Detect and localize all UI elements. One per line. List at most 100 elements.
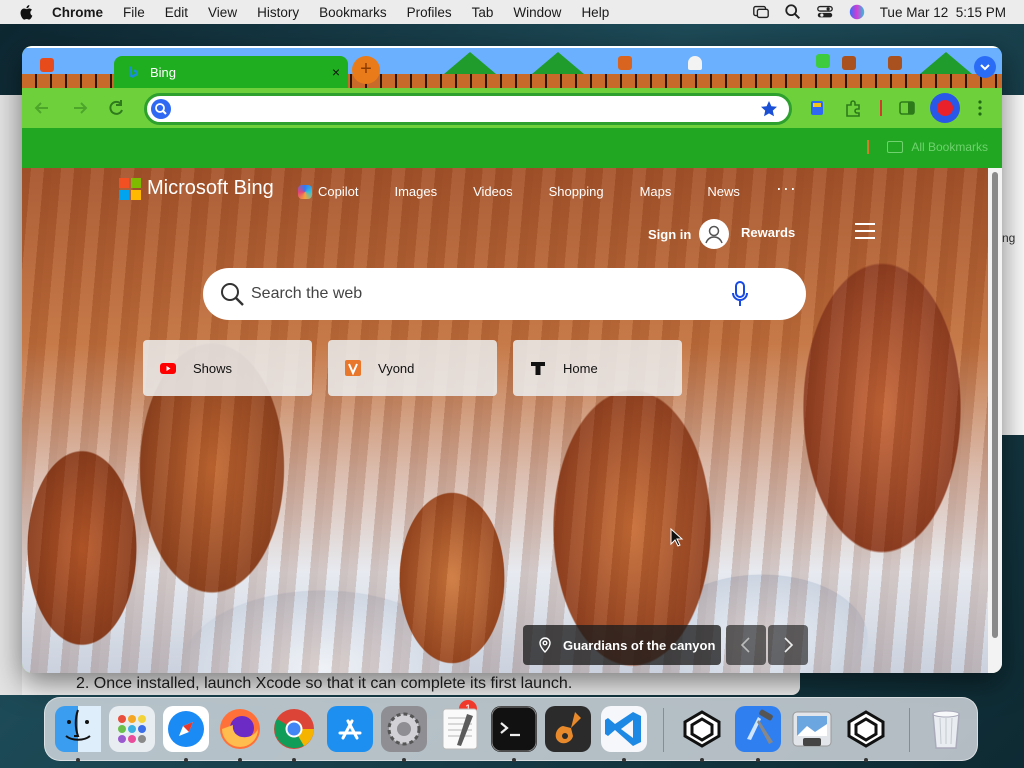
running-indicator [292, 758, 296, 762]
quick-link-label: Home [563, 360, 598, 376]
apple-menu-icon[interactable] [18, 3, 36, 21]
menu-view[interactable]: View [208, 5, 237, 20]
menu-file[interactable]: File [123, 5, 145, 20]
folder-icon [887, 141, 904, 153]
vyond-icon [344, 359, 362, 377]
finder-icon[interactable] [55, 706, 101, 752]
youtube-icon [159, 359, 177, 377]
nav-more-button[interactable]: ··· [776, 178, 797, 199]
unity-hub-icon[interactable] [843, 706, 889, 752]
screen-mirroring-icon[interactable] [752, 3, 770, 21]
menu-tab[interactable]: Tab [472, 5, 494, 20]
sign-in-button[interactable]: Sign in [648, 219, 730, 249]
bing-favicon-icon [129, 66, 138, 78]
vscode-icon[interactable] [601, 706, 647, 752]
garageband-icon[interactable] [545, 706, 591, 752]
microsoft-bing-logo[interactable]: Microsoft Bing [119, 177, 274, 200]
running-indicator [184, 758, 188, 762]
nav-images[interactable]: Images [394, 184, 437, 199]
running-indicator [756, 758, 760, 762]
nav-videos[interactable]: Videos [473, 184, 513, 199]
rewards-button[interactable]: Rewards [741, 225, 795, 240]
microsoft-logo-icon [119, 177, 141, 200]
all-bookmarks-button[interactable]: All Bookmarks [867, 140, 988, 154]
extension-storage-icon[interactable] [808, 99, 826, 117]
background-window-right: ng [1000, 95, 1024, 435]
tab-strip: Bing × + [22, 46, 1002, 88]
chrome-icon[interactable] [271, 706, 317, 752]
control-center-icon[interactable] [816, 3, 834, 21]
menu-window[interactable]: Window [513, 5, 561, 20]
textedit-icon[interactable] [437, 706, 483, 752]
search-input[interactable] [251, 278, 711, 310]
forward-icon[interactable] [70, 98, 90, 118]
menubar-clock[interactable]: Tue Mar 12 5:15 PM [880, 5, 1006, 20]
launchpad-icon[interactable] [109, 706, 155, 752]
trash-icon[interactable] [923, 706, 969, 752]
next-image-button[interactable] [768, 625, 808, 665]
menu-bar: Chrome File Edit View History Bookmarks … [0, 0, 1024, 24]
menu-history[interactable]: History [257, 5, 299, 20]
app-store-icon[interactable] [327, 706, 373, 752]
quick-link-label: Vyond [378, 360, 415, 376]
tab-close-icon[interactable]: × [324, 64, 348, 80]
copilot-icon [298, 184, 312, 199]
microphone-icon[interactable] [731, 280, 749, 308]
quick-link-shows[interactable]: Shows [143, 340, 312, 396]
spotlight-search-icon[interactable] [784, 3, 802, 21]
avatar-icon [699, 219, 730, 249]
menu-bookmarks[interactable]: Bookmarks [319, 5, 387, 20]
bookmark-star-icon[interactable] [759, 99, 779, 119]
siri-icon[interactable] [848, 3, 866, 21]
chrome-menu-icon[interactable] [974, 98, 986, 118]
sign-in-label: Sign in [648, 226, 692, 242]
bing-search-box[interactable] [203, 268, 806, 320]
unity-icon[interactable] [679, 706, 725, 752]
chrome-window: Bing × + All Bookmarks Microsoft Bing Co… [22, 46, 1002, 673]
dock-separator [663, 708, 664, 752]
bing-nav: Copilot Images Videos Shopping Maps News… [298, 178, 833, 199]
address-bar[interactable] [144, 93, 792, 125]
quick-link-label: Shows [193, 360, 233, 376]
page-scrollbar[interactable] [988, 168, 1002, 673]
tab-search-button[interactable] [974, 56, 996, 78]
nav-maps[interactable]: Maps [640, 184, 672, 199]
preview-icon[interactable] [789, 706, 835, 752]
menu-app-name[interactable]: Chrome [52, 5, 103, 20]
firefox-icon[interactable] [217, 706, 263, 752]
xcode-icon[interactable] [735, 706, 781, 752]
menu-help[interactable]: Help [581, 5, 609, 20]
system-settings-icon[interactable] [381, 706, 427, 752]
extensions-puzzle-icon[interactable] [844, 99, 862, 117]
location-pin-icon [539, 637, 551, 653]
running-indicator [622, 758, 626, 762]
quick-link-home[interactable]: Home [513, 340, 682, 396]
back-icon[interactable] [32, 98, 52, 118]
running-indicator [864, 758, 868, 762]
previous-image-button[interactable] [726, 625, 766, 665]
scrollbar-thumb[interactable] [992, 172, 998, 638]
terminal-icon[interactable] [491, 706, 537, 752]
nav-copilot[interactable]: Copilot [298, 184, 358, 199]
reload-icon[interactable] [106, 98, 126, 118]
image-caption-button[interactable]: Guardians of the canyon [523, 625, 721, 665]
tab-title: Bing [150, 64, 177, 80]
extension-pin-icon[interactable] [872, 99, 890, 117]
running-indicator [512, 758, 516, 762]
nav-shopping[interactable]: Shopping [549, 184, 604, 199]
new-tab-button[interactable]: + [352, 56, 380, 84]
browser-toolbar [22, 88, 1002, 128]
screen-recorder-extension-icon[interactable] [930, 93, 960, 123]
menu-profiles[interactable]: Profiles [407, 5, 452, 20]
side-panel-icon[interactable] [898, 99, 916, 117]
tab-bing[interactable]: Bing × [114, 56, 348, 88]
menu-edit[interactable]: Edit [165, 5, 188, 20]
bing-homepage: Microsoft Bing Copilot Images Videos Sho… [22, 168, 1002, 673]
search-icon [221, 283, 244, 306]
nav-copilot-label: Copilot [318, 184, 359, 199]
nav-news[interactable]: News [707, 184, 740, 199]
hamburger-menu-icon[interactable] [855, 223, 875, 239]
safari-icon[interactable] [163, 706, 209, 752]
address-input[interactable] [179, 96, 739, 122]
quick-link-vyond[interactable]: Vyond [328, 340, 497, 396]
